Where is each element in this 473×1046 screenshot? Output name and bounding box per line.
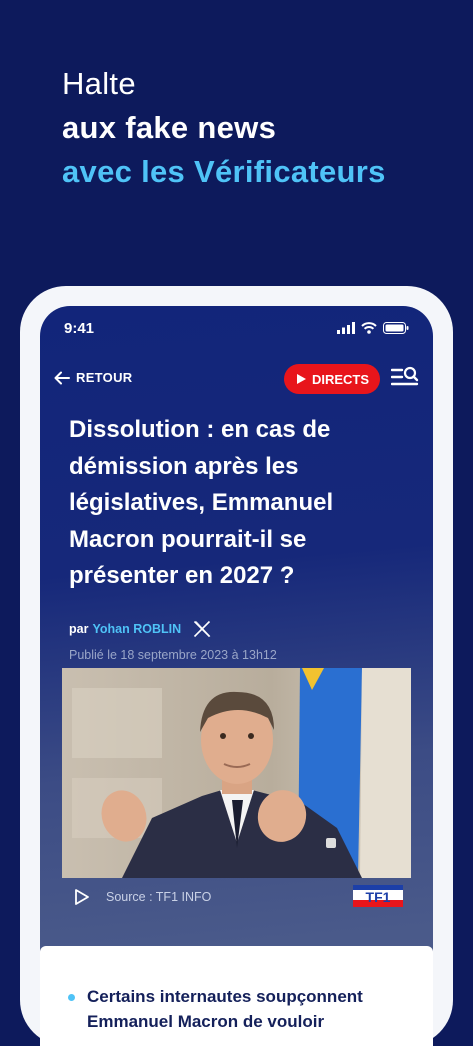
top-nav: RETOUR DIRECTS <box>54 364 419 394</box>
article-photo[interactable] <box>62 668 411 878</box>
play-icon <box>296 374 306 384</box>
back-label: RETOUR <box>76 370 133 385</box>
photo-caption: Source : TF1 INFO TF1 <box>62 882 411 912</box>
back-arrow-icon <box>54 371 70 384</box>
article-headline: Dissolution : en cas de démission après … <box>69 416 334 589</box>
author-link[interactable]: Yohan ROBLIN <box>92 622 181 636</box>
tf1-logo: TF1 <box>353 885 403 907</box>
battery-icon <box>383 322 409 334</box>
signal-icon <box>337 322 355 334</box>
article-byline: par Yohan ROBLIN <box>69 620 211 638</box>
directs-label: DIRECTS <box>311 371 370 387</box>
menu-search-icon[interactable] <box>391 366 419 390</box>
phone-frame: 9:41 RETOUR DIRECTS Dissolution: en cas… <box>20 286 453 1046</box>
wifi-icon <box>361 322 377 334</box>
svg-text:TF1: TF1 <box>366 889 391 905</box>
promo-line-3: avec les Vérificateurs <box>62 154 386 189</box>
promo-line-1: Halte <box>62 66 136 101</box>
byline-prefix: par <box>69 622 89 636</box>
back-button[interactable]: RETOUR <box>54 370 132 385</box>
video-play-icon[interactable] <box>74 888 90 906</box>
phone-screen: 9:41 RETOUR DIRECTS Dissolution: en cas… <box>40 306 433 1046</box>
status-icons <box>337 322 409 334</box>
promo-headline: Halte aux fake news avec les Vérificateu… <box>62 62 386 194</box>
speaker-photo <box>62 668 411 878</box>
promo-line-2: aux fake news <box>62 110 277 145</box>
status-bar: 9:41 <box>64 320 409 340</box>
article-summary-card: Certains internautes soupçonnent Emmanue… <box>40 946 433 1046</box>
x-logo-icon[interactable] <box>193 620 211 638</box>
source-label: Source : TF1 INFO <box>106 890 212 904</box>
summary-bullet: Certains internautes soupçonnent Emmanue… <box>87 987 363 1031</box>
directs-button[interactable]: DIRECTS <box>284 364 380 394</box>
status-time: 9:41 <box>64 320 95 337</box>
publish-date: Publié le 18 septembre 2023 à 13h12 <box>69 648 277 662</box>
bullet-dot <box>68 994 75 1001</box>
